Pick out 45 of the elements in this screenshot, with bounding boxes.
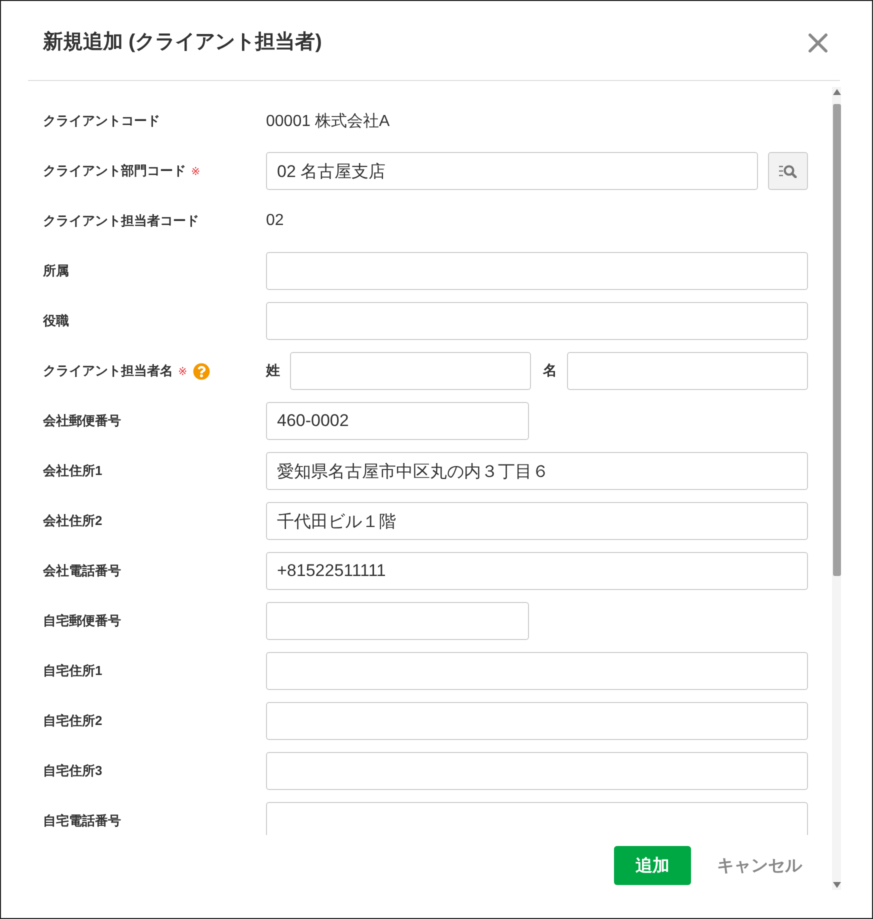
field-label: クライアントコード [43,112,160,130]
input-field[interactable]: 愛知県名古屋市中区丸の内３丁目６ [266,452,808,490]
field-label: 自宅住所1 [43,662,102,680]
field-label: 自宅住所3 [43,762,102,780]
required-mark: ※ [191,164,200,178]
field-label: 会社住所1 [43,462,102,480]
input-field[interactable] [266,602,529,640]
field-label: 名 [543,362,557,380]
list-search-icon [779,164,797,178]
input-field[interactable] [266,702,808,740]
input-field[interactable]: 460-0002 [266,402,529,440]
field-label: 自宅郵便番号 [43,612,121,630]
cancel-button[interactable]: キャンセル [711,846,808,885]
input-field[interactable] [266,302,808,340]
input-field[interactable]: +81522511111 [266,552,808,590]
close-icon [808,32,828,52]
input-field[interactable] [567,352,808,390]
field-label: 所属 [43,262,69,280]
field-label: 自宅住所2 [43,712,102,730]
help-icon[interactable] [193,362,210,380]
field-value: 00001 株式会社A [266,112,390,130]
field-label: 会社郵便番号 [43,412,121,430]
field-label: クライアント担当者名 [43,362,173,380]
field-label: 会社住所2 [43,512,102,530]
scroll-up-arrow-icon[interactable] [832,89,840,95]
field-value: 02 [266,212,284,229]
field-label: 姓 [266,362,280,380]
input-field[interactable] [266,752,808,790]
field-label: 会社電話番号 [43,562,121,580]
input-field[interactable] [266,652,808,690]
input-field[interactable] [290,352,531,390]
field-label: クライアント部門コード [43,162,186,180]
required-mark: ※ [178,364,188,378]
field-label: 役職 [43,312,69,330]
input-field[interactable] [266,252,808,290]
input-field[interactable] [266,802,808,835]
input-field[interactable]: 02 名古屋支店 [266,152,758,190]
scrollbar-thumb[interactable] [832,104,840,576]
dialog-title: 新規追加 (クライアント担当者) [43,30,322,55]
field-label: クライアント担当者コード [43,212,199,230]
field-label: 自宅電話番号 [43,812,121,830]
scroll-down-arrow-icon[interactable] [832,882,840,888]
close-button[interactable] [808,32,828,52]
input-field[interactable]: 千代田ビル１階 [266,502,808,540]
search-button[interactable] [768,152,808,190]
